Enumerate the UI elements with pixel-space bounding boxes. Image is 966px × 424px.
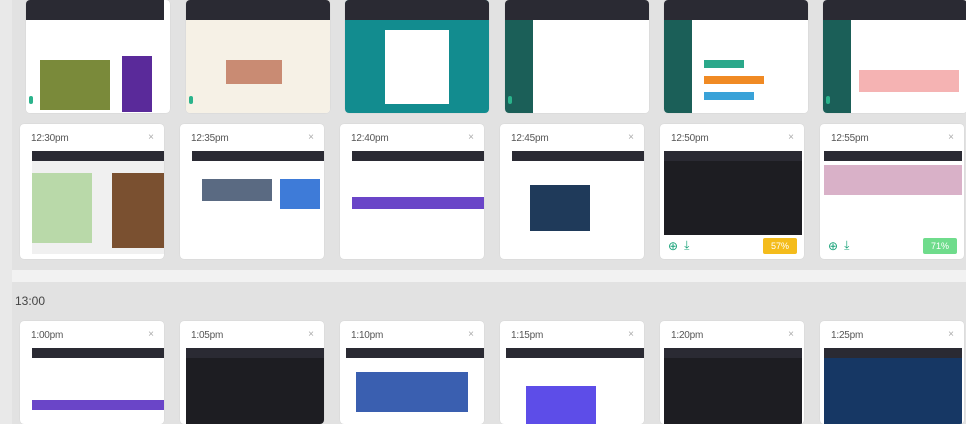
screenshot-card[interactable]: 12:30pm × bbox=[20, 124, 164, 259]
screenshot-card[interactable]: 1:25pm × bbox=[820, 321, 964, 424]
card-time: 1:10pm bbox=[351, 330, 384, 341]
screenshot-thumbnail[interactable] bbox=[346, 348, 484, 424]
zoom-icon[interactable]: ⊕ bbox=[668, 239, 678, 253]
screenshot-card[interactable] bbox=[345, 0, 489, 113]
screenshot-thumbnail[interactable] bbox=[352, 151, 484, 254]
card-time: 12:40pm bbox=[351, 133, 389, 144]
hour-label: 13:00 bbox=[15, 294, 46, 308]
screenshot-card[interactable]: 1:00pm × bbox=[20, 321, 164, 424]
screenshot-card[interactable] bbox=[26, 0, 170, 113]
card-actions: ⊕ ⤓ bbox=[828, 238, 849, 253]
screenshot-thumbnail[interactable] bbox=[664, 151, 802, 235]
hour-divider bbox=[12, 270, 966, 282]
screenshot-card[interactable]: 1:15pm × bbox=[500, 321, 644, 424]
close-icon[interactable]: × bbox=[948, 132, 954, 143]
screenshot-card[interactable] bbox=[505, 0, 649, 113]
activity-badge: 71% bbox=[923, 238, 957, 254]
screenshot-card[interactable]: 1:20pm × bbox=[660, 321, 804, 424]
card-time: 1:05pm bbox=[191, 330, 224, 341]
close-icon[interactable]: × bbox=[148, 329, 154, 340]
screenshot-card[interactable]: 12:45pm × bbox=[500, 124, 644, 259]
screenshot-thumbnail[interactable] bbox=[186, 348, 324, 424]
screenshot-thumbnail[interactable] bbox=[26, 0, 164, 113]
close-icon[interactable]: × bbox=[628, 329, 634, 340]
card-time: 1:00pm bbox=[31, 330, 64, 341]
screenshot-card[interactable]: 1:10pm × bbox=[340, 321, 484, 424]
close-icon[interactable]: × bbox=[788, 132, 794, 143]
screenshot-card[interactable] bbox=[186, 0, 330, 113]
card-actions: ⊕ ⤓ bbox=[668, 238, 689, 253]
activity-badge: 57% bbox=[763, 238, 797, 254]
screenshot-card[interactable]: 12:50pm × ⊕ ⤓ 57% bbox=[660, 124, 804, 259]
close-icon[interactable]: × bbox=[628, 132, 634, 143]
close-icon[interactable]: × bbox=[148, 132, 154, 143]
screenshot-thumbnail[interactable] bbox=[186, 0, 330, 113]
close-icon[interactable]: × bbox=[788, 329, 794, 340]
screenshot-thumbnail[interactable] bbox=[506, 348, 644, 424]
close-icon[interactable]: × bbox=[468, 132, 474, 143]
screenshot-thumbnail[interactable] bbox=[505, 0, 649, 113]
zoom-icon[interactable]: ⊕ bbox=[828, 239, 838, 253]
screenshot-card[interactable] bbox=[823, 0, 966, 113]
card-time: 1:25pm bbox=[831, 330, 864, 341]
card-time: 12:45pm bbox=[511, 133, 549, 144]
card-time: 12:30pm bbox=[31, 133, 69, 144]
screenshot-card[interactable]: 1:05pm × bbox=[180, 321, 324, 424]
screenshot-thumbnail[interactable] bbox=[192, 151, 324, 254]
close-icon[interactable]: × bbox=[308, 329, 314, 340]
card-time: 12:35pm bbox=[191, 133, 229, 144]
screenshot-thumbnail[interactable] bbox=[824, 151, 962, 235]
screenshot-thumbnail[interactable] bbox=[824, 348, 962, 424]
screenshot-thumbnail[interactable] bbox=[32, 151, 164, 254]
card-time: 1:20pm bbox=[671, 330, 704, 341]
card-time: 1:15pm bbox=[511, 330, 544, 341]
screenshot-card[interactable]: 12:55pm × ⊕ ⤓ 71% bbox=[820, 124, 964, 259]
close-icon[interactable]: × bbox=[468, 329, 474, 340]
close-icon[interactable]: × bbox=[948, 329, 954, 340]
screenshot-card[interactable]: 12:35pm × bbox=[180, 124, 324, 259]
screenshot-card[interactable] bbox=[664, 0, 808, 113]
screenshot-card[interactable]: 12:40pm × bbox=[340, 124, 484, 259]
card-time: 12:50pm bbox=[671, 133, 709, 144]
download-icon[interactable]: ⤓ bbox=[684, 238, 689, 253]
screenshot-thumbnail[interactable] bbox=[32, 348, 164, 424]
screenshot-thumbnail[interactable] bbox=[345, 0, 489, 113]
screenshot-thumbnail[interactable] bbox=[823, 0, 966, 113]
screenshot-thumbnail[interactable] bbox=[512, 151, 644, 254]
close-icon[interactable]: × bbox=[308, 132, 314, 143]
download-icon[interactable]: ⤓ bbox=[844, 238, 849, 253]
screenshot-thumbnail[interactable] bbox=[664, 348, 802, 424]
screenshot-thumbnail[interactable] bbox=[664, 0, 808, 113]
card-time: 12:55pm bbox=[831, 133, 869, 144]
